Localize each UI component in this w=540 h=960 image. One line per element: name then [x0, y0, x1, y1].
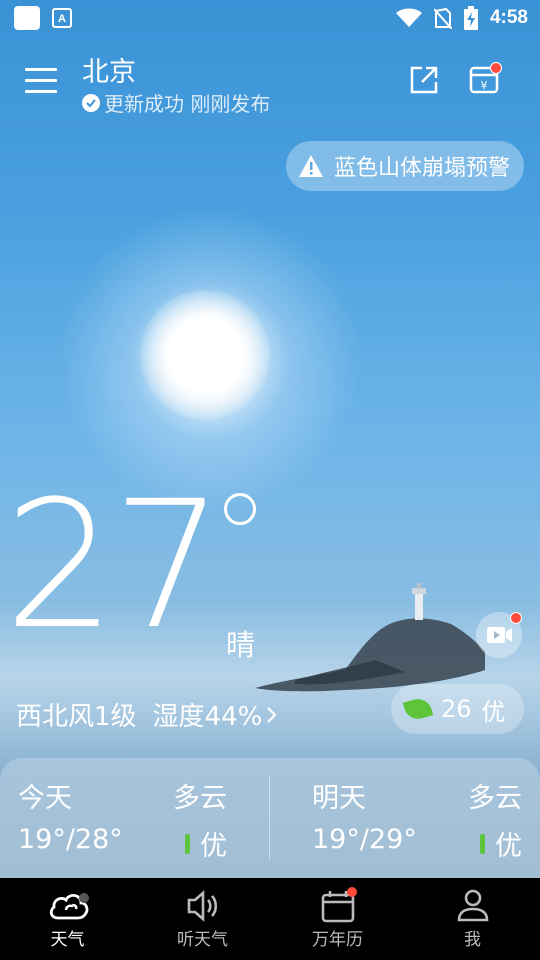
- status-time: 4:58: [489, 7, 528, 28]
- nav-label: 我: [464, 930, 481, 950]
- current-condition: 晴: [226, 628, 256, 662]
- check-circle-icon: [82, 93, 100, 112]
- chevron-right-icon: [267, 706, 277, 723]
- air-quality-bar: [185, 833, 190, 854]
- nav-item-me[interactable]: 我: [405, 878, 540, 960]
- share-icon[interactable]: [408, 64, 440, 96]
- alert-text: 蓝色山体崩塌预警: [333, 156, 510, 181]
- notification-dot: [490, 62, 502, 74]
- forecast-today[interactable]: 今天 多云 19°/28° 优: [0, 758, 269, 878]
- leaf-icon: [402, 695, 434, 723]
- calendar-bag-button[interactable]: ¥: [468, 62, 502, 96]
- forecast-condition: 多云: [173, 783, 227, 814]
- aqi-button[interactable]: 26 优: [391, 684, 524, 734]
- cloud-icon: [49, 893, 89, 920]
- wind-humidity-row[interactable]: 西北风1级 湿度44%: [16, 696, 278, 733]
- svg-text:A: A: [58, 13, 66, 25]
- speaker-icon: [187, 890, 217, 922]
- svg-text:¥: ¥: [481, 79, 488, 92]
- degree-symbol: [224, 493, 256, 525]
- nav-item-calendar[interactable]: 万年历: [270, 878, 405, 960]
- user-icon: [457, 889, 488, 922]
- update-text: 更新成功 刚刚发布: [104, 92, 271, 116]
- menu-button[interactable]: [25, 68, 57, 94]
- weather-alert-button[interactable]: 蓝色山体崩塌预警: [285, 141, 524, 191]
- app-a-icon: A: [52, 8, 72, 28]
- forecast-air-quality: 优: [185, 824, 227, 863]
- notification-dot: [510, 612, 522, 624]
- city-name[interactable]: 北京: [82, 50, 136, 89]
- warning-icon: [298, 155, 323, 177]
- forecast-card: 今天 多云 19°/28° 优 明天 多云 19°/29° 优: [0, 758, 540, 878]
- sun-icon: [140, 290, 270, 420]
- update-status: 更新成功 刚刚发布: [82, 88, 270, 117]
- battery-charging-icon: [463, 6, 478, 30]
- nav-item-listen-weather[interactable]: 听天气: [135, 878, 270, 960]
- forecast-temp-range: 19°/29°: [312, 824, 417, 855]
- nav-label: 万年历: [312, 930, 363, 950]
- air-quality-label: 优: [200, 831, 227, 862]
- nav-label: 天气: [50, 930, 85, 950]
- forecast-tomorrow[interactable]: 明天 多云 19°/29° 优: [270, 758, 540, 878]
- app-icon: [14, 6, 40, 30]
- air-quality-bar: [480, 833, 485, 854]
- no-sim-icon: [433, 7, 452, 29]
- video-button[interactable]: [476, 612, 522, 658]
- bottom-nav: 天气 听天气 万年历 我: [0, 878, 540, 960]
- current-temperature: 27: [4, 463, 224, 668]
- humidity-text: 湿度44%: [152, 702, 263, 732]
- aqi-level: 优: [481, 697, 506, 726]
- nav-label: 听天气: [177, 930, 228, 950]
- air-quality-label: 优: [495, 831, 522, 862]
- forecast-day: 明天: [312, 783, 366, 814]
- nav-item-weather[interactable]: 天气: [0, 878, 135, 960]
- status-bar: A 4:58: [0, 0, 540, 36]
- forecast-day: 今天: [18, 783, 72, 814]
- menu-icon: [25, 68, 57, 71]
- forecast-air-quality: 优: [480, 824, 522, 863]
- aqi-value: 26: [441, 695, 472, 723]
- wind-text: 西北风1级: [16, 702, 137, 732]
- island-lighthouse-image: [255, 583, 485, 692]
- calendar-icon: [321, 887, 357, 923]
- forecast-condition: 多云: [468, 783, 522, 814]
- forecast-temp-range: 19°/28°: [18, 824, 123, 855]
- weather-screen: A 4:58 北京 更新成功 刚刚发布 ¥ 蓝色山体崩塌预警 27 晴 西北风1…: [0, 0, 540, 960]
- wifi-icon: [395, 8, 422, 27]
